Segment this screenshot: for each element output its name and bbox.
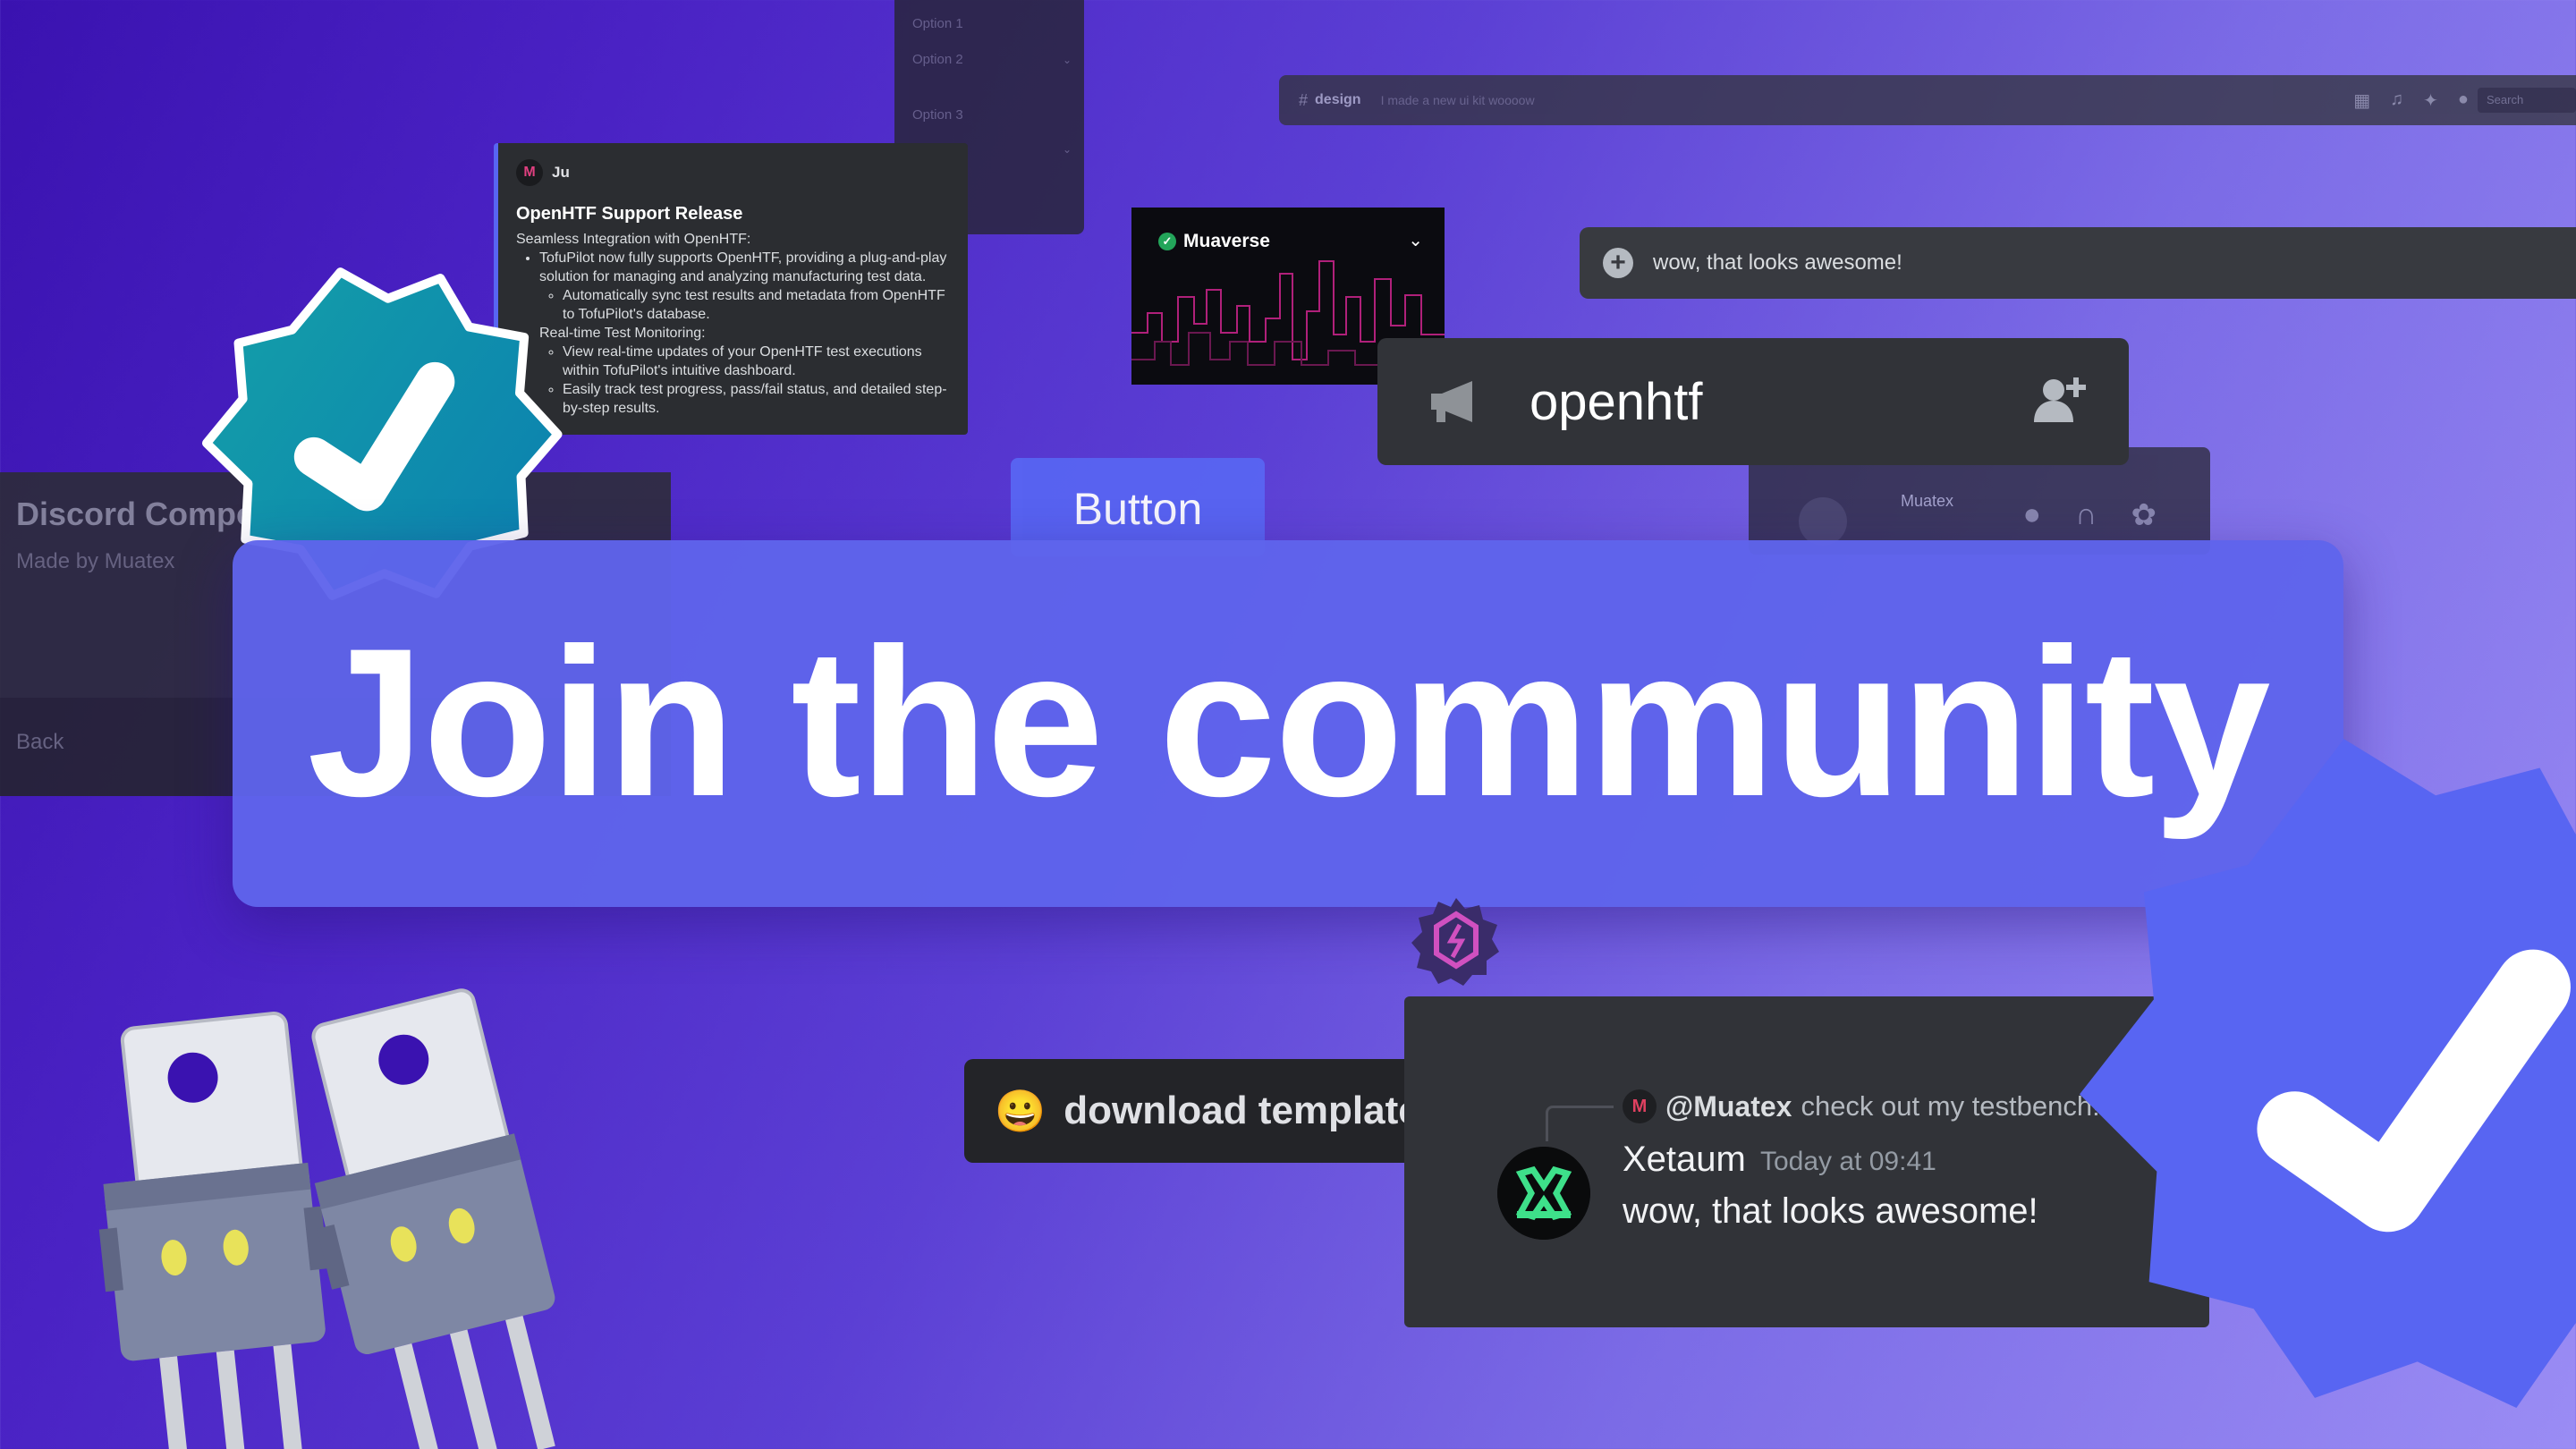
avatar: M	[516, 159, 543, 186]
channel-row-openhtf[interactable]: openhtf	[1377, 338, 2129, 465]
card-subtitle: Made by Muatex	[16, 549, 175, 573]
message-username[interactable]: Xetaum	[1623, 1140, 1746, 1180]
headphones-icon[interactable]: ∩	[2075, 497, 2097, 533]
embed-subitem: Easily track test progress, pass/fail st…	[563, 380, 950, 418]
server-name: Muaverse	[1183, 231, 1270, 251]
hash-icon: #	[1299, 90, 1309, 109]
message-text: wow, that looks awesome!	[1623, 1191, 2038, 1231]
gear-icon[interactable]: ✿	[2131, 497, 2157, 533]
message-input[interactable]: + wow, that looks awesome!	[1580, 227, 2576, 299]
message-timestamp: Today at 09:41	[1760, 1147, 1936, 1176]
megaphone-icon	[1431, 381, 1472, 422]
channel-name: design	[1315, 92, 1361, 107]
chevron-down-icon[interactable]: ⌄	[1408, 229, 1423, 251]
embed-subitem: Automatically sync test results and meta…	[563, 286, 950, 324]
embed-item: Real-time Test Monitoring:	[539, 326, 706, 341]
verified-icon: ✓	[1158, 233, 1176, 250]
grinning-face-icon: 😀	[995, 1087, 1046, 1134]
check-badge-icon	[2080, 739, 2576, 1408]
embed-item: TofuPilot now fully supports OpenHTF, pr…	[539, 249, 950, 286]
members-icon[interactable]: ●	[2458, 89, 2469, 112]
channel-name[interactable]: openhtf	[1530, 372, 1703, 432]
transistor-graphic	[98, 988, 555, 1449]
hero-banner: Join the community	[233, 540, 2343, 907]
dropdown-option[interactable]: Option 2	[912, 52, 963, 67]
bell-icon[interactable]: ♫	[2390, 89, 2403, 112]
avatar[interactable]	[1497, 1147, 1590, 1240]
download-template-label: download template	[1063, 1089, 1420, 1132]
plus-icon[interactable]: +	[1603, 248, 1633, 278]
back-button[interactable]: Back	[16, 730, 64, 755]
dropdown-option[interactable]: Option 3	[912, 107, 963, 123]
download-template-button[interactable]: 😀 download template	[964, 1059, 1429, 1163]
channel-topic: I made a new ui kit woooow	[1380, 93, 1535, 107]
add-user-icon[interactable]	[2032, 374, 2089, 424]
embed-title: OpenHTF Support Release	[516, 204, 743, 224]
chevron-down-icon: ⌄	[1062, 54, 1072, 66]
microphone-icon[interactable]: ●	[2023, 497, 2042, 533]
chevron-down-icon: ⌄	[1062, 143, 1072, 156]
pin-icon[interactable]: ✦	[2423, 89, 2438, 112]
search-input[interactable]: Search	[2478, 88, 2576, 113]
dropdown-option[interactable]: Option 1	[912, 16, 963, 31]
embed-author: Ju	[552, 164, 570, 181]
embed-intro: Seamless Integration with OpenHTF:	[516, 232, 751, 247]
avatar: M	[1623, 1089, 1657, 1123]
avatar	[1799, 497, 1847, 546]
channel-header: # design I made a new ui kit woooow ▦ ♫ …	[1279, 75, 2576, 125]
hero-title: Join the community	[307, 605, 2270, 841]
voice-username: Muatex	[1901, 492, 1954, 510]
embed-subitem: View real-time updates of your OpenHTF t…	[563, 343, 950, 380]
threads-icon[interactable]: ▦	[2353, 89, 2370, 112]
reply-username[interactable]: @Muatex	[1665, 1090, 1792, 1123]
message-input-value[interactable]: wow, that looks awesome!	[1653, 250, 1902, 275]
hex-logo-icon	[1411, 898, 1499, 986]
